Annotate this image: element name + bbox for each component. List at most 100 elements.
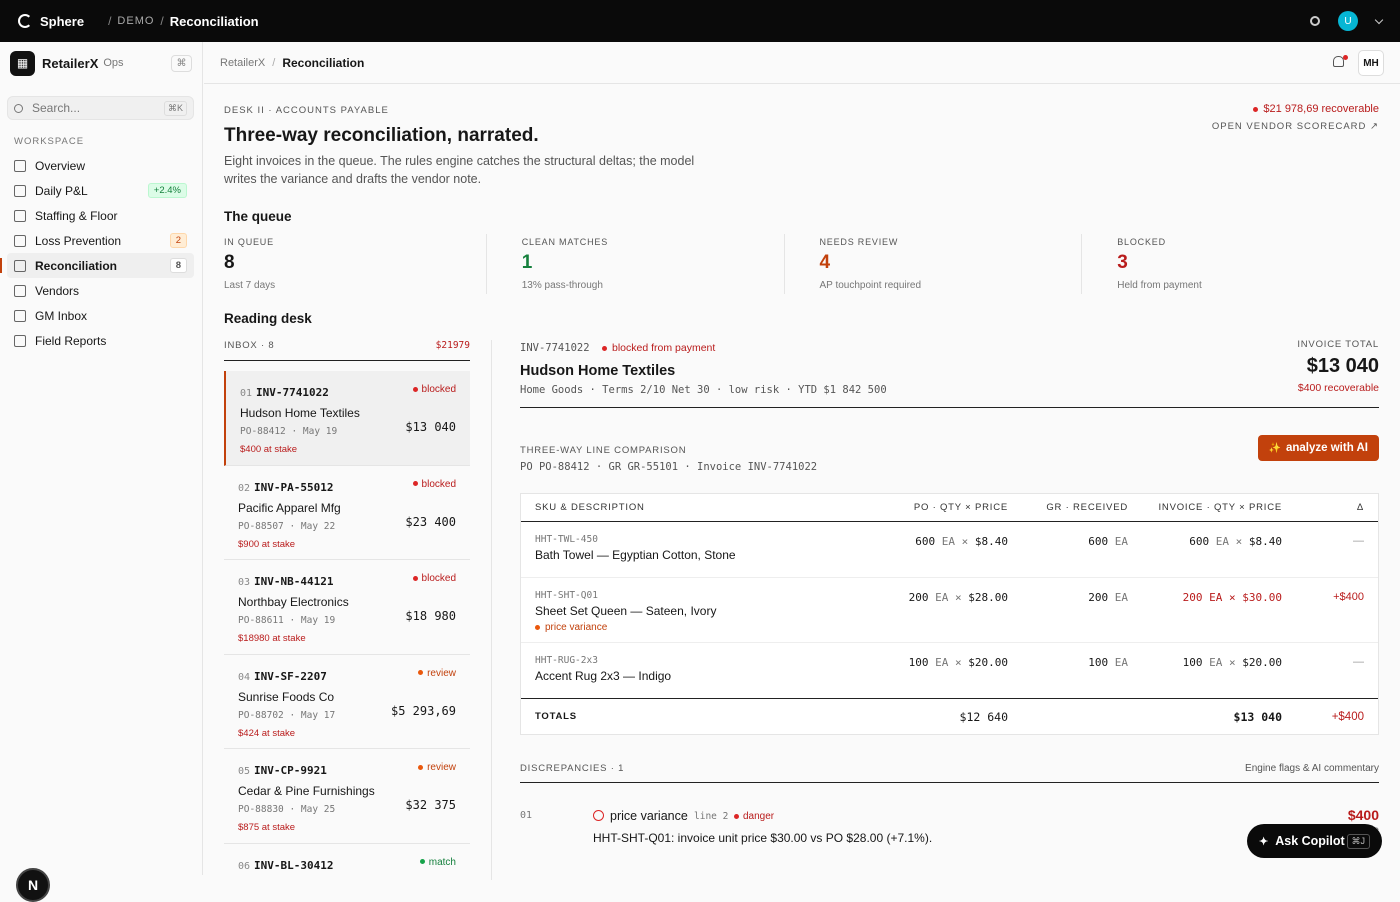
delta: — xyxy=(1353,535,1364,547)
at-stake: $424 at stake xyxy=(238,727,296,739)
page-eyebrow: DESK II · ACCOUNTS PAYABLE xyxy=(224,105,389,116)
app-brand[interactable]: Sphere xyxy=(40,14,84,29)
sidebar-item-field-reports[interactable]: Field Reports xyxy=(7,328,194,353)
user-avatar[interactable]: U xyxy=(1338,11,1358,31)
sidebar-item-overview[interactable]: Overview xyxy=(7,153,194,178)
user-initials-button[interactable]: MH xyxy=(1358,50,1384,76)
stat-value: 4 xyxy=(819,252,831,273)
inv-qty: 600 xyxy=(1189,535,1210,548)
invoice-amount: $5 293,69 xyxy=(390,703,456,718)
delta: — xyxy=(1353,656,1364,668)
breadcrumb-separator: / xyxy=(272,56,276,69)
sidebar-item-daily-pl[interactable]: Daily P&L +2.4% xyxy=(7,178,194,203)
column-divider xyxy=(491,340,492,880)
analyze-with-ai-button[interactable]: analyze with AI xyxy=(1257,435,1379,461)
inv-price: $30.00 xyxy=(1242,591,1282,604)
invoice-number: 01 xyxy=(240,388,253,399)
invoice-item[interactable]: 06 INV-BL-30412 match xyxy=(224,844,470,874)
po-qty: 600 xyxy=(915,535,936,548)
sidebar-item-label: Loss Prevention xyxy=(35,233,122,248)
invoice-total: $13 040 xyxy=(1306,355,1379,377)
vendor-scorecard-link[interactable]: OPEN VENDOR SCORECARD ↗ xyxy=(1212,121,1379,132)
sidebar-item-label: Field Reports xyxy=(35,333,107,348)
recoverable-total: $21 978,69 recoverable xyxy=(1253,103,1379,115)
sidebar-item-label: Overview xyxy=(35,158,86,173)
breadcrumb-demo[interactable]: DEMO xyxy=(117,15,154,27)
alert-circle-icon xyxy=(593,810,604,821)
sidebar-badge: 8 xyxy=(169,258,187,273)
invoice-item[interactable]: 03 INV-NB-44121 blocked Northbay Electron… xyxy=(224,560,470,655)
search-input[interactable]: Search... ⌘K xyxy=(7,96,194,120)
detail-vendor: Hudson Home Textiles xyxy=(520,363,676,379)
comparison-sub: PO PO-88412 · GR GR-55101 · Invoice INV-… xyxy=(520,461,818,473)
sidebar-item-reconciliation[interactable]: Reconciliation 8 xyxy=(0,253,194,278)
col-invoice: INVOICE · QTY × PRICE xyxy=(1158,502,1282,513)
unit: EA xyxy=(935,656,949,669)
sku-code: HHT-RUG-2x3 xyxy=(535,655,598,666)
detail-meta: Home Goods · Terms 2/10 Net 30 · low ris… xyxy=(520,384,887,396)
invoice-recoverable: $400 recoverable xyxy=(1297,382,1379,394)
discrepancy-amount: $400 xyxy=(1347,807,1379,823)
breadcrumb-org[interactable]: RetailerX xyxy=(220,57,265,69)
po-qty: 200 xyxy=(908,591,929,604)
sidebar-item-staffing[interactable]: Staffing & Floor xyxy=(7,203,194,228)
table-row[interactable]: HHT-SHT-Q01 Sheet Set Queen — Sateen, Ivo… xyxy=(521,578,1378,643)
sidebar-item-gm-inbox[interactable]: GM Inbox xyxy=(7,303,194,328)
bar-chart-icon xyxy=(14,184,26,197)
invoice-number: 02 xyxy=(238,482,251,494)
at-stake: $18980 at stake xyxy=(238,633,306,644)
search-icon xyxy=(14,103,23,113)
invoice-item[interactable]: 04 INV-SF-2207 review Sunrise Foods Co PO… xyxy=(224,655,470,749)
table-row[interactable]: HHT-TWL-450 Bath Towel — Egyptian Cotton,… xyxy=(521,522,1378,578)
grid-icon xyxy=(14,159,26,172)
variance-flag: price variance xyxy=(535,622,836,633)
vendor-name: Pacific Apparel Mfg xyxy=(238,500,341,515)
stat-blocked: BLOCKED 3 Held from payment xyxy=(1081,234,1379,294)
inv-price: $20.00 xyxy=(1242,656,1282,669)
table-row[interactable]: HHT-RUG-2x3 Accent Rug 2x3 — Indigo 100 E… xyxy=(521,643,1378,698)
gr-qty: 200 xyxy=(1088,591,1109,604)
next-logo-button[interactable]: N xyxy=(16,868,50,902)
page-header: RetailerX / Reconciliation MH xyxy=(204,42,1400,84)
unit: EA xyxy=(1209,656,1223,669)
sku-description: Bath Towel — Egyptian Cotton, Stone xyxy=(535,548,736,562)
status-badge: blocked xyxy=(413,479,456,490)
invoice-number: 04 xyxy=(238,671,251,683)
store-icon: ▦ xyxy=(10,50,35,76)
command-key-icon[interactable]: ⌘ xyxy=(171,54,192,72)
invoice-item[interactable]: 01 INV-7741022 blocked Hudson Home Textil… xyxy=(224,371,470,466)
discrepancies-header: DISCREPANCIES · 1 Engine flags & AI comm… xyxy=(520,763,1379,783)
times: × xyxy=(955,591,962,604)
ask-copilot-button[interactable]: ✦ Ask Copilot ⌘J xyxy=(1247,824,1382,858)
invoice-total-label: INVOICE TOTAL xyxy=(1297,339,1379,350)
stat-value: 8 xyxy=(224,252,235,273)
reading-desk-title: Reading desk xyxy=(224,311,312,326)
unit: EA xyxy=(1209,591,1223,604)
totals-delta: +$400 xyxy=(1331,710,1364,723)
sphere-logo-icon[interactable] xyxy=(18,14,32,28)
sidebar-item-label: GM Inbox xyxy=(35,308,88,323)
invoice-amount: $23 400 xyxy=(405,514,456,529)
inv-qty: 100 xyxy=(1182,656,1203,669)
theme-toggle-icon[interactable] xyxy=(1310,16,1320,26)
comparison-header: THREE-WAY LINE COMPARISON PO PO-88412 · … xyxy=(520,435,1379,485)
invoice-item[interactable]: 05 INV-CP-9921 review Cedar & Pine Furnis… xyxy=(224,749,470,844)
invoice-item[interactable]: 02 INV-PA-55012 blocked Pacific Apparel M… xyxy=(224,466,470,560)
invoice-list: 01 INV-7741022 blocked Hudson Home Textil… xyxy=(224,371,470,874)
sidebar-item-vendors[interactable]: Vendors xyxy=(7,278,194,303)
sidebar-item-loss-prevention[interactable]: Loss Prevention 2 xyxy=(7,228,194,253)
stat-needs-review: NEEDS REVIEW 4 AP touchpoint required xyxy=(783,234,1082,294)
workspace-label: WORKSPACE xyxy=(14,136,85,147)
status-badge: review xyxy=(418,762,456,773)
at-stake: $400 at stake xyxy=(240,444,298,455)
po-price: $28.00 xyxy=(968,591,1008,604)
chevron-down-icon[interactable] xyxy=(1374,15,1384,24)
vendor-name: Northbay Electronics xyxy=(238,595,349,609)
invoice-id: INV-BL-30412 xyxy=(254,858,334,872)
detail-status: blocked from payment xyxy=(602,342,715,354)
org-switcher[interactable]: ▦ RetailerX Ops ⌘ xyxy=(0,42,202,84)
sidebar-item-label: Staffing & Floor xyxy=(35,208,118,223)
breadcrumb-separator: / xyxy=(160,14,164,28)
document-icon xyxy=(14,259,26,272)
stat-sub: AP touchpoint required xyxy=(819,280,922,291)
